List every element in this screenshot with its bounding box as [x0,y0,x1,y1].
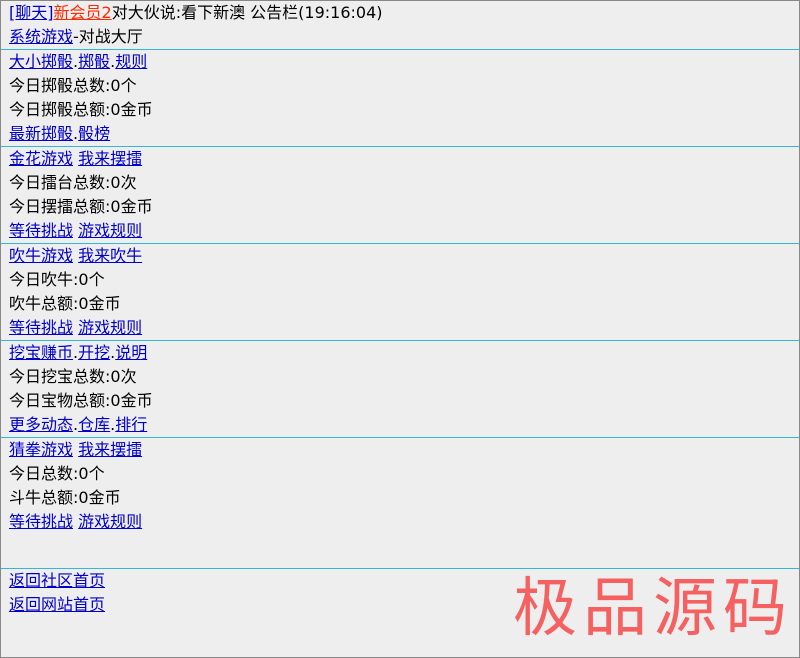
page-container: [聊天]新会员2对大伙说:看下新澳 公告栏(19:16:04) 系统游戏-对战大… [0,0,800,658]
notice-line: [聊天]新会员2对大伙说:看下新澳 公告栏(19:16:04) [1,1,799,25]
guess-fist-footer: 等待挑战 游戏规则 [1,510,799,534]
treasure-ranking-link[interactable]: 排行 [115,415,147,434]
brag-count: 今日吹牛:0个 [9,270,105,289]
treasure-header: 挖宝赚币.开挖.说明 [1,340,799,365]
dice-game-link[interactable]: 大小掷骰 [9,52,73,71]
hall-suffix: -对战大厅 [73,27,143,46]
guess-fist-link[interactable]: 猜拳游戏 [9,440,73,459]
golden-flower-link[interactable]: 金花游戏 [9,149,73,168]
treasure-earn-link[interactable]: 挖宝赚币 [9,343,73,362]
guess-fist-amount: 斗牛总额:0金币 [9,488,121,507]
treasure-help-link[interactable]: 说明 [115,343,147,362]
guess-fist-wait-link[interactable]: 等待挑战 [9,512,73,531]
guess-fist-rules-link[interactable]: 游戏规则 [78,512,142,531]
golden-flower-header: 金花游戏 我来摆擂 [1,146,799,171]
treasure-footer: 更多动态.仓库.排行 [9,415,148,434]
golden-flower-rules-link[interactable]: 游戏规则 [78,221,142,240]
notice-message: 对大伙说:看下新澳 公告栏(19:16:04) [111,3,383,22]
dice-ranking-link[interactable]: 骰榜 [78,124,110,143]
treasure-warehouse-link[interactable]: 仓库 [78,415,110,434]
guess-fist-count: 今日总数:0个 [9,464,105,483]
guess-fist-header: 猜拳游戏 我来摆擂 [1,437,799,462]
brag-game-link[interactable]: 吹牛游戏 [9,246,73,265]
brag-rules-link[interactable]: 游戏规则 [78,318,142,337]
dice-latest-link[interactable]: 最新掷骰 [9,124,73,143]
system-games-link[interactable]: 系统游戏 [9,27,73,46]
dice-header: 大小掷骰.掷骰.规则 [1,49,799,74]
brag-header: 吹牛游戏 我来吹牛 [1,243,799,268]
treasure-count: 今日挖宝总数:0次 [9,367,137,386]
dice-amount: 今日掷骰总额:0金币 [9,100,153,119]
golden-flower-wait-link[interactable]: 等待挑战 [9,221,73,240]
dice-footer: 最新掷骰.骰榜 [9,124,111,143]
brag-amount: 吹牛总额:0金币 [9,294,121,313]
user-link[interactable]: 新会员2 [54,3,112,22]
dice-count: 今日掷骰总数:0个 [9,76,137,95]
dice-roll-link[interactable]: 掷骰 [78,52,110,71]
chat-link[interactable]: [聊天] [9,3,54,22]
treasure-news-link[interactable]: 更多动态 [9,415,73,434]
watermark-text: 极品源码 [513,572,793,646]
back-to-community-link[interactable]: 返回社区首页 [9,571,105,590]
golden-flower-host-link[interactable]: 我来摆擂 [78,149,142,168]
back-to-site-link[interactable]: 返回网站首页 [9,595,105,614]
golden-flower-amount: 今日摆擂总额:0金币 [9,197,153,216]
golden-flower-count: 今日擂台总数:0次 [9,173,137,192]
brag-footer: 等待挑战 游戏规则 [1,316,799,340]
treasure-amount: 今日宝物总额:0金币 [9,391,153,410]
golden-flower-footer: 等待挑战 游戏规则 [1,219,799,243]
guess-fist-host-link[interactable]: 我来摆擂 [78,440,142,459]
treasure-dig-link[interactable]: 开挖 [78,343,110,362]
brag-action-link[interactable]: 我来吹牛 [78,246,142,265]
dice-rules-link[interactable]: 规则 [115,52,147,71]
hall-line: 系统游戏-对战大厅 [1,25,799,49]
brag-wait-link[interactable]: 等待挑战 [9,318,73,337]
